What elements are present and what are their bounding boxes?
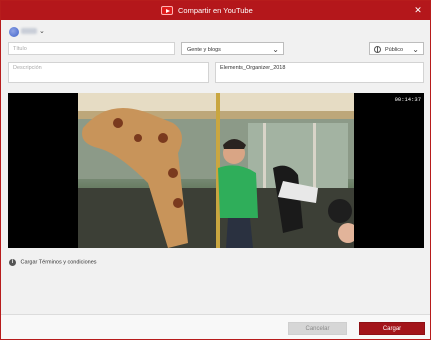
share-dialog: Compartir en YouTube ✕ ⌄ Gente y blogs ⌄… bbox=[0, 0, 431, 340]
account-selector[interactable]: ⌄ bbox=[9, 26, 49, 38]
terms-link[interactable]: i Cargar Términos y condiciones bbox=[9, 259, 97, 266]
privacy-select[interactable]: Público ⌄ bbox=[369, 42, 424, 55]
dialog-title: Compartir en YouTube bbox=[178, 6, 253, 15]
category-select[interactable]: Gente y blogs ⌄ bbox=[181, 42, 284, 55]
carousel-scene-image bbox=[78, 93, 354, 248]
description-field-wrapper bbox=[8, 62, 209, 83]
title-bar: Compartir en YouTube ✕ bbox=[1, 1, 430, 20]
dialog-footer: Cancelar Cargar bbox=[1, 314, 430, 339]
tags-input[interactable]: Elements_Organizer_2018 bbox=[216, 63, 423, 82]
title-input[interactable] bbox=[9, 43, 174, 54]
video-timecode: 00:14:37 bbox=[394, 96, 421, 103]
description-input[interactable] bbox=[9, 63, 208, 82]
privacy-value: Público bbox=[385, 47, 404, 53]
category-value: Gente y blogs bbox=[187, 47, 221, 53]
chevron-down-icon: ⌄ bbox=[412, 45, 419, 54]
chevron-down-icon: ⌄ bbox=[39, 28, 45, 35]
info-icon: i bbox=[9, 259, 16, 266]
title-field-wrapper bbox=[8, 42, 175, 55]
upload-button[interactable]: Cargar bbox=[359, 322, 425, 335]
youtube-logo-icon bbox=[161, 6, 173, 15]
video-preview[interactable]: 00:14:37 bbox=[8, 93, 424, 248]
cancel-button[interactable]: Cancelar bbox=[288, 322, 347, 335]
tags-field-wrapper: Elements_Organizer_2018 bbox=[215, 62, 424, 83]
terms-label: Cargar Términos y condiciones bbox=[20, 259, 97, 266]
globe-icon bbox=[374, 46, 381, 53]
chevron-down-icon: ⌄ bbox=[272, 45, 279, 54]
avatar bbox=[9, 27, 19, 37]
video-frame bbox=[78, 93, 354, 248]
account-name-redacted bbox=[21, 28, 37, 34]
close-button[interactable]: ✕ bbox=[412, 4, 424, 16]
